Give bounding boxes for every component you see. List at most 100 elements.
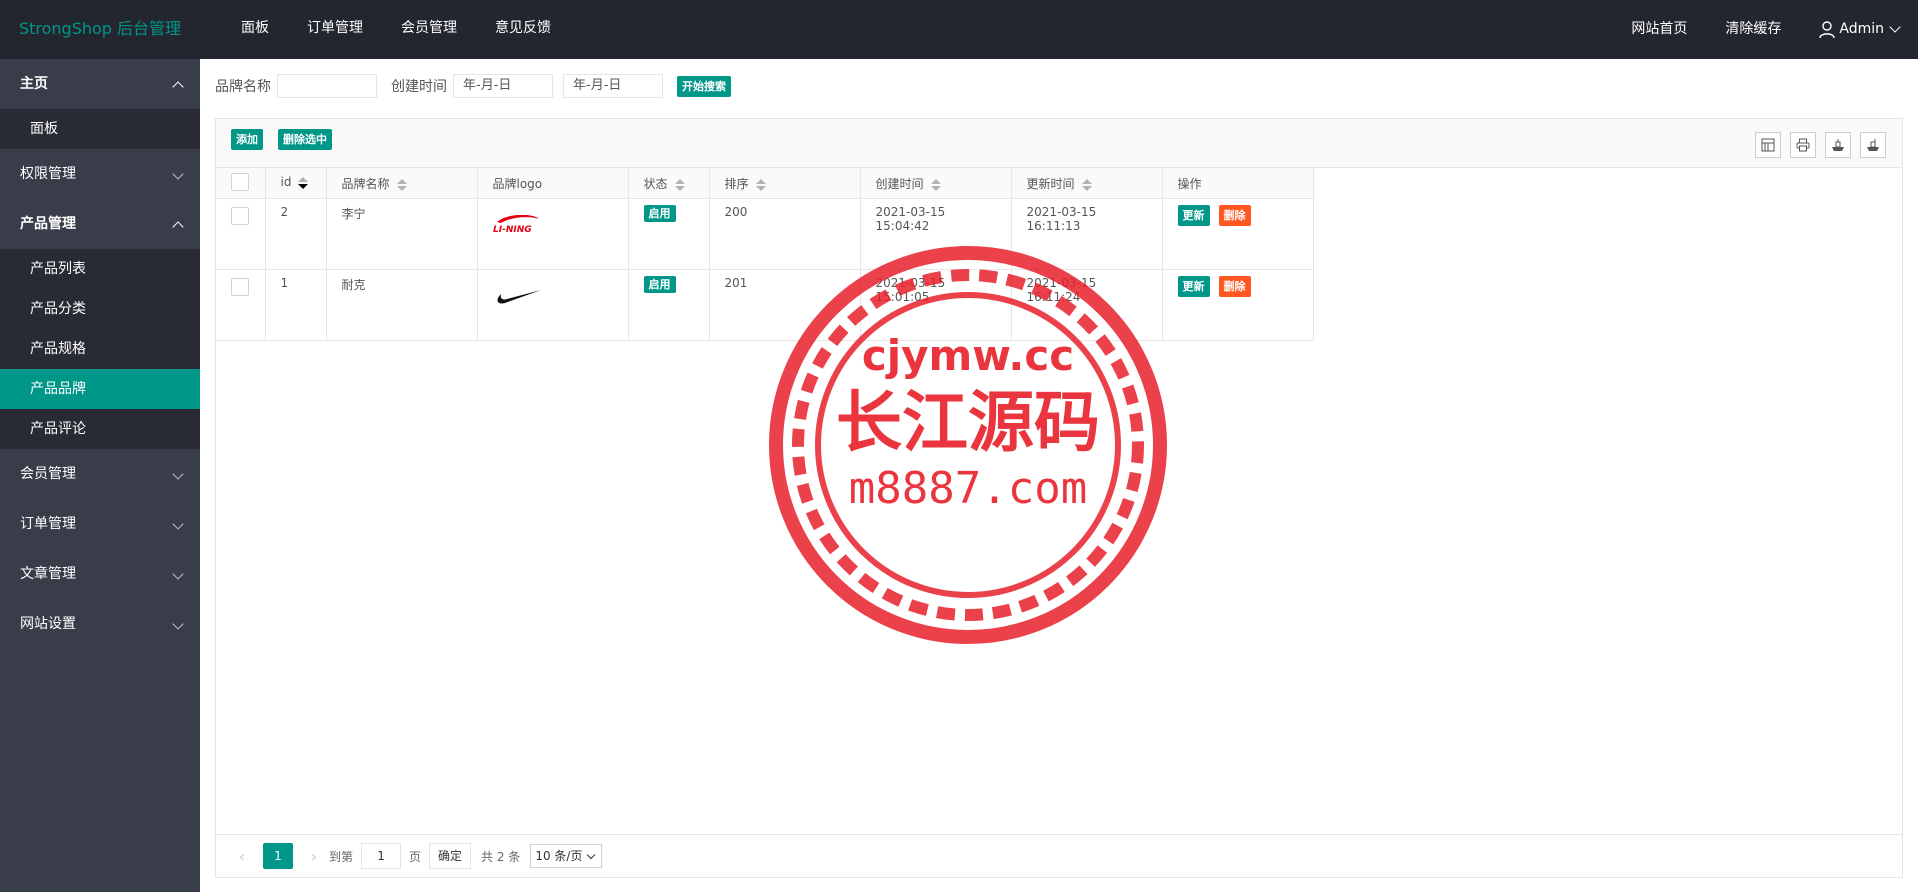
sidebar-head-label: 产品管理 [20, 216, 76, 232]
user-menu[interactable]: Admin [1800, 0, 1918, 59]
import-icon[interactable] [1860, 132, 1886, 158]
sort-icon[interactable] [755, 178, 766, 191]
next-page-icon[interactable]: › [303, 847, 325, 866]
sort-icon[interactable] [1081, 178, 1092, 191]
chevron-down-icon [172, 618, 184, 630]
col-created[interactable]: 创建时间 [860, 168, 1012, 199]
col-created-label: 创建时间 [875, 177, 924, 191]
columns-filter-icon[interactable] [1755, 132, 1781, 158]
nav-feedback[interactable]: 意见反馈 [476, 0, 570, 59]
sidebar-head-label: 网站设置 [20, 616, 76, 632]
sidebar-head-articles[interactable]: 文章管理 [0, 549, 200, 599]
chevron-down-icon [1889, 21, 1901, 33]
cell-id: 1 [265, 269, 327, 341]
col-actions: 操作 [1162, 168, 1314, 199]
page-size-select[interactable]: 10 条/页 [530, 844, 603, 868]
top-nav: 面板 订单管理 会员管理 意见反馈 [222, 0, 570, 59]
top-nav-right: 网站首页 清除缓存 Admin [1612, 0, 1918, 59]
cell-status: 启用 [628, 198, 710, 270]
sidebar-item-product-category[interactable]: 产品分类 [0, 289, 200, 329]
table-row: 2 李宁 LI-NING 启用 200 2021-03-15 15:04:42 … [216, 198, 1314, 270]
cell-brand-name: 李宁 [326, 198, 478, 270]
cell-updated: 2021-03-15 16:11:24 [1011, 269, 1163, 341]
add-button[interactable]: 添加 [231, 129, 263, 150]
row-checkbox[interactable] [231, 206, 249, 225]
sidebar-head-permissions[interactable]: 权限管理 [0, 149, 200, 199]
cell-updated: 2021-03-15 16:11:13 [1011, 198, 1163, 270]
row-checkbox-cell [216, 269, 266, 341]
cell-sort: 200 [709, 198, 861, 270]
user-icon [1819, 20, 1836, 38]
page-size-value: 10 条/页 [535, 849, 583, 863]
nav-orders[interactable]: 订单管理 [288, 0, 382, 59]
status-badge: 启用 [643, 204, 676, 222]
sidebar-group-products: 产品管理 产品列表 产品分类 产品规格 产品品牌 产品评论 [0, 199, 200, 449]
nav-members[interactable]: 会员管理 [382, 0, 476, 59]
sidebar-item-dashboard[interactable]: 面板 [0, 109, 200, 149]
sidebar-item-product-spec[interactable]: 产品规格 [0, 329, 200, 369]
brand-table: id 品牌名称 品牌logo 状态 排序 创建时间 更新时间 操作 2 李宁 L… [216, 168, 1314, 341]
chevron-down-icon [172, 468, 184, 480]
row-checkbox-cell [216, 198, 266, 270]
app-logo[interactable]: StrongShop 后台管理 [0, 0, 200, 59]
brand-name-label: 品牌名称 [215, 79, 271, 95]
brand-name-input[interactable] [277, 74, 377, 98]
row-checkbox[interactable] [231, 277, 249, 296]
user-name: Admin [1839, 21, 1884, 37]
nav-site-home[interactable]: 网站首页 [1612, 0, 1706, 59]
current-page[interactable]: 1 [263, 843, 293, 869]
sort-icon[interactable] [298, 176, 309, 189]
page-unit-label: 页 [409, 849, 422, 864]
sidebar-head-label: 订单管理 [20, 516, 76, 532]
print-icon[interactable] [1790, 132, 1816, 158]
sidebar-group-orders: 订单管理 [0, 499, 200, 549]
date-to-input[interactable]: 年-月-日 [563, 74, 663, 98]
update-button[interactable]: 更新 [1177, 275, 1210, 297]
sidebar-head-settings[interactable]: 网站设置 [0, 599, 200, 649]
nav-dashboard[interactable]: 面板 [222, 0, 288, 59]
goto-confirm-button[interactable]: 确定 [429, 843, 472, 869]
top-header: StrongShop 后台管理 面板 订单管理 会员管理 意见反馈 网站首页 清… [0, 0, 1918, 59]
sidebar-item-product-review[interactable]: 产品评论 [0, 409, 200, 449]
delete-selected-button[interactable]: 删除选中 [278, 129, 332, 150]
col-updated[interactable]: 更新时间 [1011, 168, 1163, 199]
col-brand-name[interactable]: 品牌名称 [326, 168, 478, 199]
sidebar-group-articles: 文章管理 [0, 549, 200, 599]
col-status[interactable]: 状态 [628, 168, 710, 199]
sidebar-head-products[interactable]: 产品管理 [0, 199, 200, 249]
sort-icon[interactable] [930, 178, 941, 191]
search-button[interactable]: 开始搜索 [677, 75, 731, 97]
delete-button[interactable]: 删除 [1218, 275, 1251, 297]
sidebar-group-home: 主页 面板 [0, 59, 200, 149]
sidebar-sub-home: 面板 [0, 109, 200, 149]
sidebar-item-product-brand[interactable]: 产品品牌 [0, 369, 200, 409]
sidebar-head-orders[interactable]: 订单管理 [0, 499, 200, 549]
cell-created: 2021-03-15 15:01:05 [860, 269, 1012, 341]
date-from-input[interactable]: 年-月-日 [453, 74, 553, 98]
goto-page-input[interactable]: 1 [361, 843, 402, 869]
select-all-checkbox[interactable] [231, 173, 249, 191]
sidebar-group-settings: 网站设置 [0, 599, 200, 649]
prev-page-icon[interactable]: ‹ [231, 847, 253, 866]
delete-button[interactable]: 删除 [1218, 204, 1251, 226]
sort-icon[interactable] [396, 178, 407, 191]
update-button[interactable]: 更新 [1177, 204, 1210, 226]
sidebar-item-product-list[interactable]: 产品列表 [0, 249, 200, 289]
cell-brand-logo: LI-NING [477, 198, 629, 270]
sort-icon[interactable] [674, 178, 685, 191]
col-brand-logo-label: 品牌logo [492, 177, 543, 191]
col-sort[interactable]: 排序 [709, 168, 861, 199]
sidebar-head-home[interactable]: 主页 [0, 59, 200, 109]
nav-clear-cache[interactable]: 清除缓存 [1706, 0, 1800, 59]
cell-status: 启用 [628, 269, 710, 341]
sidebar-head-members[interactable]: 会员管理 [0, 449, 200, 499]
sidebar-group-permissions: 权限管理 [0, 149, 200, 199]
table-header-row: id 品牌名称 品牌logo 状态 排序 创建时间 更新时间 操作 [216, 168, 1314, 199]
cell-brand-logo [477, 269, 629, 341]
total-count: 共 2 条 [481, 849, 521, 864]
created-time-label: 创建时间 [391, 79, 447, 95]
cell-actions: 更新 删除 [1162, 198, 1314, 270]
nike-swoosh-logo [497, 289, 541, 303]
col-id[interactable]: id [265, 168, 327, 199]
export-icon[interactable] [1825, 132, 1851, 158]
